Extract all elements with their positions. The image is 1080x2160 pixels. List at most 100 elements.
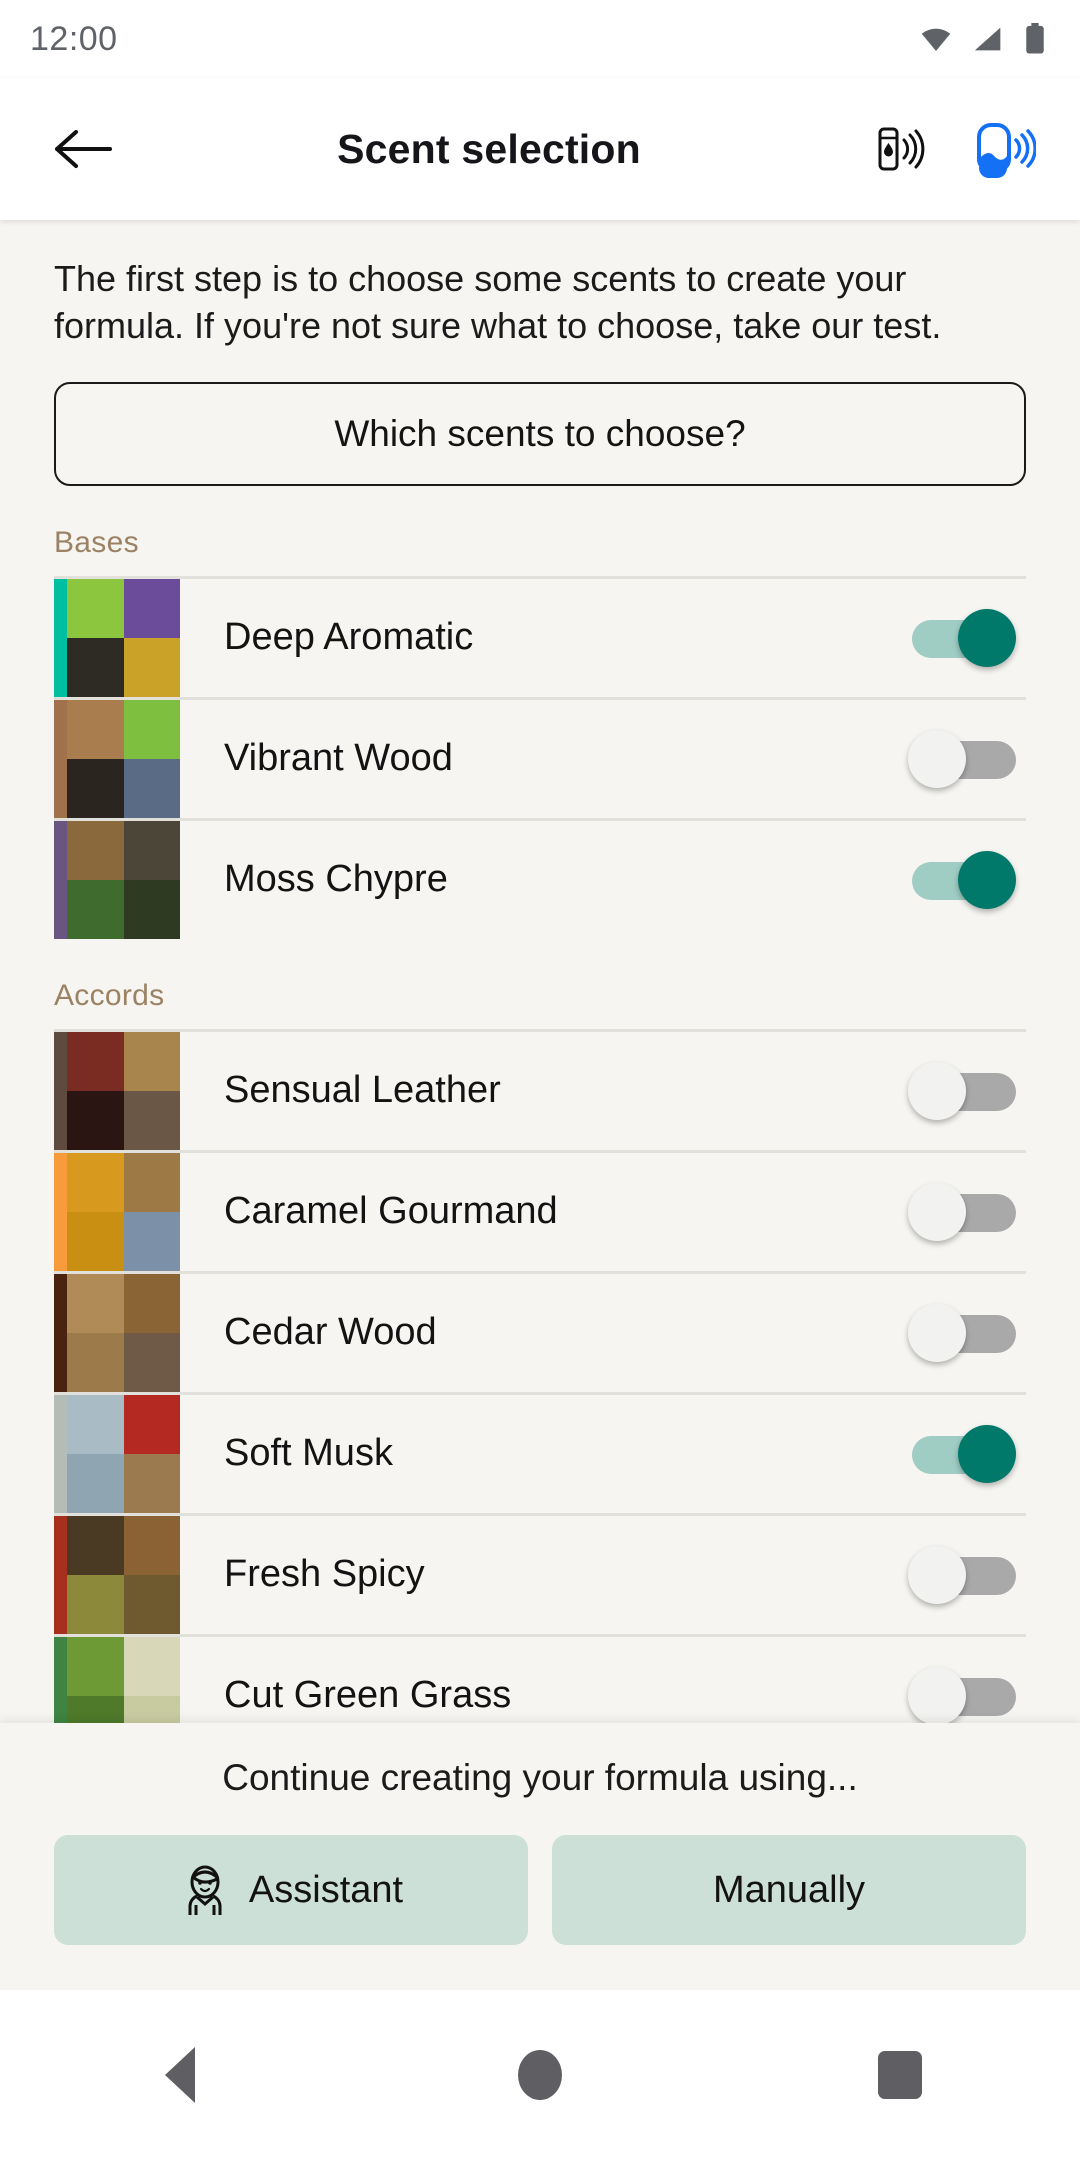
thumbnail-tile — [123, 758, 180, 818]
thumbnail-tile — [123, 1152, 180, 1212]
scent-row[interactable]: Cedar Wood — [54, 1273, 1026, 1392]
scent-toggle[interactable] — [908, 1659, 1020, 1723]
thumbnail-tile — [123, 1031, 180, 1091]
scent-list-scroll[interactable]: The first step is to choose some scents … — [0, 220, 1080, 1723]
back-button[interactable] — [46, 112, 120, 186]
row-accent-bar — [54, 1515, 67, 1634]
cta-container: Which scents to choose? — [0, 350, 1080, 486]
toggle-thumb — [908, 1182, 966, 1241]
assistant-button-label: Assistant — [248, 1868, 404, 1911]
thumbnail-tile — [123, 1332, 180, 1392]
nav-recents-button[interactable] — [840, 2015, 960, 2135]
thumbnail-tile — [67, 1090, 124, 1150]
scent-label: Moss Chypre — [224, 858, 448, 901]
scent-label: Cedar Wood — [224, 1311, 437, 1354]
scent-row[interactable]: Caramel Gourmand — [54, 1152, 1026, 1271]
thumbnail-tile — [67, 699, 124, 759]
toggle-thumb — [908, 1545, 966, 1604]
scent-thumbnail — [67, 1031, 180, 1150]
scent-label: Fresh Spicy — [224, 1553, 425, 1596]
thumbnail-tile — [123, 1211, 180, 1271]
cellular-signal-icon — [974, 27, 1001, 51]
scent-toggle[interactable] — [908, 601, 1020, 675]
scent-row[interactable]: Sensual Leather — [54, 1031, 1026, 1150]
row-accent-bar — [54, 1636, 67, 1723]
thumbnail-tile — [67, 879, 124, 939]
scent-row[interactable]: Deep Aromatic — [54, 578, 1026, 697]
scent-label: Vibrant Wood — [224, 737, 453, 780]
thumbnail-tile — [123, 1574, 180, 1634]
scent-label: Caramel Gourmand — [224, 1190, 558, 1233]
scent-thumbnail — [67, 820, 180, 939]
bottom-action-panel: Continue creating your formula using... … — [0, 1723, 1080, 1990]
bottom-button-row: Assistant Manually — [0, 1835, 1080, 1945]
scent-toggle[interactable] — [908, 722, 1020, 796]
page-title: Scent selection — [337, 125, 641, 172]
scent-label: Soft Musk — [224, 1432, 393, 1475]
app-bar: Scent selection — [0, 78, 1080, 220]
wifi-icon — [921, 28, 951, 51]
thumbnail-tile — [123, 1273, 180, 1333]
thumbnail-tile — [123, 699, 180, 759]
thumbnail-tile — [67, 1031, 124, 1091]
device-diffuser-wireless-button[interactable] — [972, 116, 1038, 182]
thumbnail-tile — [67, 1394, 124, 1454]
scent-toggle[interactable] — [908, 1175, 1020, 1249]
status-bar-icons — [918, 23, 1046, 55]
thumbnail-tile — [123, 820, 180, 880]
thumbnail-tile — [67, 1574, 124, 1634]
scent-toggle[interactable] — [908, 1538, 1020, 1612]
scent-row[interactable]: Cut Green Grass — [54, 1636, 1026, 1723]
thumbnail-tile — [67, 1332, 124, 1392]
section-title-accords: Accords — [54, 978, 165, 1012]
thumbnail-tile — [67, 1211, 124, 1271]
thumbnail-tile — [67, 1695, 124, 1723]
scent-row[interactable]: Soft Musk — [54, 1394, 1026, 1513]
assistant-person-icon — [188, 1865, 222, 1915]
scent-thumbnail — [67, 1152, 180, 1271]
status-bar: 12:00 — [0, 0, 1080, 78]
manually-button-label: Manually — [712, 1868, 866, 1911]
which-scents-button[interactable]: Which scents to choose? — [54, 381, 1026, 486]
toggle-thumb — [908, 729, 966, 788]
app-screen: 12:00 Scent selection The first step is … — [0, 0, 1080, 2160]
scent-toggle[interactable] — [908, 1417, 1020, 1491]
thumbnail-tile — [67, 1636, 124, 1696]
thumbnail-tile — [123, 1090, 180, 1150]
assistant-button[interactable]: Assistant — [54, 1835, 528, 1945]
nav-home-button[interactable] — [480, 2015, 600, 2135]
scent-thumbnail — [67, 1394, 180, 1513]
row-accent-bar — [54, 1152, 67, 1271]
battery-icon — [1026, 23, 1044, 54]
device-diffuser-wireless-icon — [977, 123, 1036, 178]
thumbnail-tile — [67, 758, 124, 818]
scent-row[interactable]: Vibrant Wood — [54, 699, 1026, 818]
manually-button[interactable]: Manually — [552, 1835, 1026, 1945]
scent-thumbnail — [67, 699, 180, 818]
toggle-thumb — [958, 608, 1016, 667]
device-pen-wireless-icon — [878, 127, 925, 171]
scent-label: Deep Aromatic — [224, 616, 474, 659]
nav-back-button[interactable] — [120, 2015, 240, 2135]
scent-row[interactable]: Fresh Spicy — [54, 1515, 1026, 1634]
thumbnail-tile — [123, 1515, 180, 1575]
scent-toggle[interactable] — [908, 843, 1020, 917]
scent-label: Cut Green Grass — [224, 1674, 512, 1717]
thumbnail-tile — [123, 637, 180, 697]
thumbnail-tile — [67, 637, 124, 697]
thumbnail-tile — [67, 1515, 124, 1575]
nav-recents-icon — [878, 2051, 922, 2099]
thumbnail-tile — [67, 1453, 124, 1513]
thumbnail-tile — [123, 1394, 180, 1454]
scent-row[interactable]: Moss Chypre — [54, 820, 1026, 939]
thumbnail-tile — [123, 1695, 180, 1723]
toggle-thumb — [908, 1666, 966, 1723]
scent-toggle[interactable] — [908, 1296, 1020, 1370]
scent-toggle[interactable] — [908, 1054, 1020, 1128]
thumbnail-tile — [123, 578, 180, 638]
system-nav-bar — [0, 1990, 1080, 2160]
toggle-thumb — [958, 850, 1016, 909]
thumbnail-tile — [67, 820, 124, 880]
device-pen-wireless-button[interactable] — [868, 116, 934, 182]
scent-thumbnail — [67, 578, 180, 697]
